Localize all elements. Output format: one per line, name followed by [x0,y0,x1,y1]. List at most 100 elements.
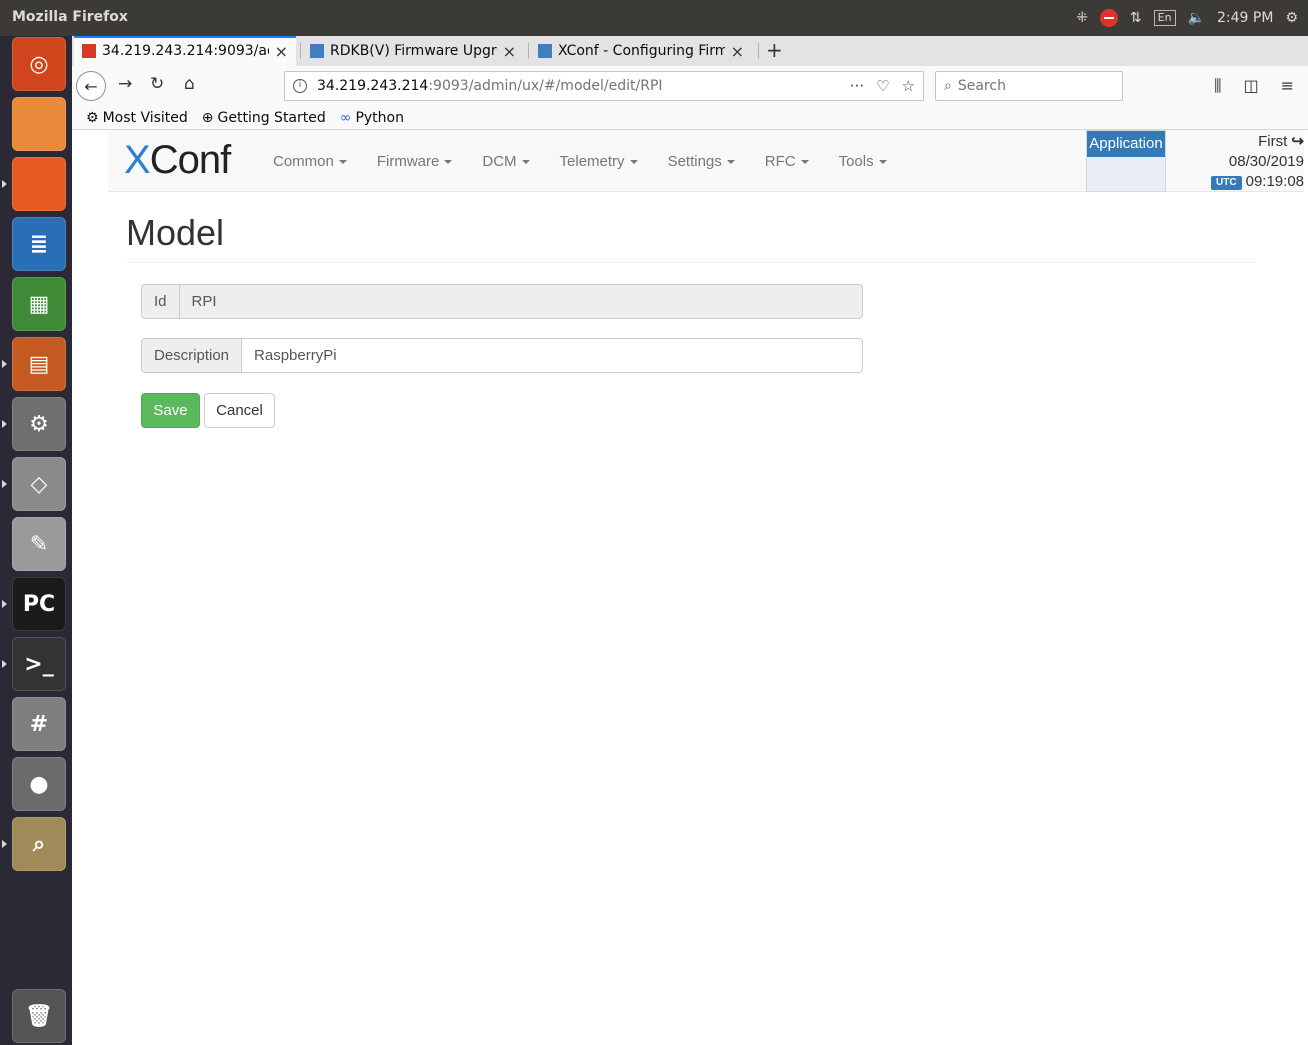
window-title: Mozilla Firefox [12,9,128,25]
close-tab-icon[interactable]: × [275,42,288,61]
search-input[interactable] [957,78,1098,94]
running-indicator [2,660,7,668]
xconf-logo[interactable]: XConf [124,138,231,183]
forward-icon[interactable]: → [118,74,132,94]
url-host: 34.219.243.214 [317,78,429,94]
url-bar[interactable]: i 34.219.243.214:9093/admin/ux/#/model/e… [284,71,924,101]
trash-icon[interactable]: 🗑 [12,989,66,1043]
system-settings-icon[interactable]: ⚙ [12,397,66,451]
utc-badge: UTC [1211,176,1242,190]
back-icon[interactable]: ← [76,71,106,101]
tab-strip: 34.219.243.214:9093/adr × RDKB(V) Firmwa… [72,36,1308,66]
favicon-icon [538,44,552,58]
close-tab-icon[interactable]: × [503,42,516,61]
menu-rfc[interactable]: RFC [750,153,824,170]
favicon-icon [310,44,324,58]
tab-separator [300,43,301,59]
tab-firmware-upgrade[interactable]: RDKB(V) Firmware Upgr × [302,36,524,66]
network-icon[interactable]: ⇅ [1130,10,1142,26]
reload-icon[interactable]: ↻ [150,74,164,94]
search-bar[interactable]: ⌕ [935,71,1123,101]
do-not-disturb-icon[interactable] [1099,9,1118,27]
session-gear-icon[interactable]: ⚙ [1285,10,1298,26]
running-indicator [2,840,7,848]
main-menu: Common Firmware DCM Telemetry Settings R… [258,130,902,192]
current-time: 09:19:08 [1245,173,1304,190]
close-tab-icon[interactable]: × [731,42,744,61]
tab-xconf-admin[interactable]: 34.219.243.214:9093/adr × [74,36,296,66]
impress-icon[interactable]: ▤ [12,337,66,391]
bookmark-getting-started[interactable]: ⊕ Getting Started [202,110,326,126]
sidebar-icon[interactable]: ◫ [1243,76,1258,96]
page-content: XConf Common Firmware DCM Telemetry Sett… [72,130,1308,1045]
volume-icon[interactable]: 🔈 [1188,10,1205,26]
site-info-icon[interactable]: i [293,79,307,93]
tab-label: 34.219.243.214:9093/adr [102,43,269,59]
navigation-bar: ← → ↻ ⌂ i 34.219.243.214:9093/admin/ux/#… [72,66,1308,106]
disk-utility-icon[interactable]: ◇ [12,457,66,511]
text-editor-icon[interactable]: ✎ [12,517,66,571]
menu-telemetry[interactable]: Telemetry [545,153,653,170]
page-title: Model [126,212,225,253]
title-divider [126,262,1256,263]
image-viewer-icon[interactable]: ⌕ [12,817,66,871]
menu-firmware[interactable]: Firmware [362,153,468,170]
menu-settings[interactable]: Settings [653,153,750,170]
id-input-group: Id [141,284,863,319]
bookmark-star-icon[interactable]: ☆ [902,77,915,95]
pycharm-icon[interactable]: PC [12,577,66,631]
bookmarks-toolbar: ⚙ Most Visited ⊕ Getting Started ∞ Python [72,106,1308,130]
home-icon[interactable]: ⌂ [184,74,195,94]
bookmark-python[interactable]: ∞ Python [340,110,404,126]
keyboard-language-indicator[interactable]: En [1153,10,1176,26]
running-indicator [2,360,7,368]
library-icon[interactable]: ⫼ [1214,76,1221,96]
system-tray: ⁜ ⇅ En 🔈 2:49 PM ⚙ [1076,7,1298,29]
menu-common[interactable]: Common [258,153,362,170]
writer-icon[interactable]: ≣ [12,217,66,271]
pocket-icon[interactable]: ♡ [876,77,889,95]
slack-icon[interactable]: # [12,697,66,751]
tab-xconf-configuring[interactable]: XConf - Configuring Firm × [530,36,752,66]
caret-down-icon [444,159,453,164]
favicon-icon [82,44,96,58]
description-input-group: Description [141,338,863,373]
firefox-icon[interactable] [12,157,66,211]
globe-icon: ⊕ [201,109,214,126]
id-label: Id [141,284,180,319]
application-button[interactable]: Application [1087,131,1165,157]
description-label: Description [141,338,243,373]
caret-down-icon [800,159,809,164]
chrome-icon[interactable]: ● [12,757,66,811]
bookmark-most-visited[interactable]: ⚙ Most Visited [86,110,188,126]
caret-down-icon [878,159,887,164]
app-navbar: XConf Common Firmware DCM Telemetry Sett… [108,130,1304,192]
logout-icon[interactable]: ↪ [1291,133,1304,150]
application-selector[interactable]: Application [1086,130,1166,192]
description-field[interactable] [242,338,863,373]
slack-tray-icon[interactable]: ⁜ [1076,10,1088,26]
page-actions-icon[interactable]: ··· [850,77,864,95]
ubuntu-top-bar: Mozilla Firefox ⁜ ⇅ En 🔈 2:49 PM ⚙ [0,0,1308,36]
hamburger-menu-icon[interactable]: ≡ [1281,76,1294,96]
tab-separator [758,43,759,59]
caret-down-icon [521,159,530,164]
caret-down-icon [629,159,638,164]
cancel-button[interactable]: Cancel [204,393,275,428]
save-button[interactable]: Save [141,393,200,428]
clock[interactable]: 2:49 PM [1217,10,1273,26]
terminal-icon[interactable]: >_ [12,637,66,691]
user-name: First [1258,133,1288,150]
running-indicator [2,600,7,608]
caret-down-icon [726,159,735,164]
ubuntu-dash-icon[interactable]: ◎ [12,37,66,91]
tab-label: XConf - Configuring Firm [558,43,725,59]
running-indicator [2,480,7,488]
menu-dcm[interactable]: DCM [467,153,544,170]
new-tab-icon[interactable]: + [766,38,783,62]
menu-tools[interactable]: Tools [824,153,902,170]
files-icon[interactable] [12,97,66,151]
search-icon: ⌕ [944,78,952,94]
link-icon: ∞ [339,109,352,126]
calc-icon[interactable]: ▦ [12,277,66,331]
